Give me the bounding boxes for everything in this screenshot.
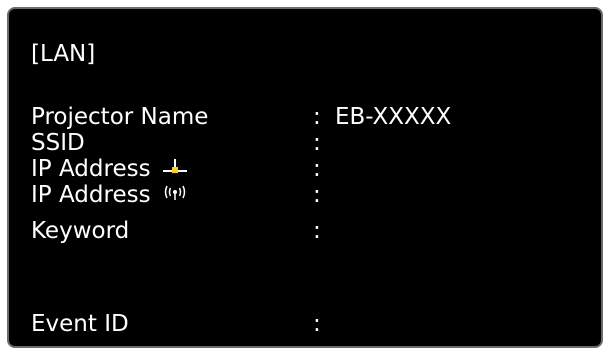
info-row-ssid: SSID : (31, 129, 321, 156)
row-colon: : (313, 155, 321, 182)
row-colon: : (313, 310, 321, 337)
wireless-lan-icon (161, 183, 189, 208)
info-row-keyword: Keyword : (31, 217, 321, 244)
row-label: Keyword (31, 217, 130, 244)
row-colon: : (313, 181, 321, 208)
row-label: IP Address (31, 181, 151, 208)
lan-info-screen: [LAN] Projector Name : EB-XXXXX SSID : I… (7, 7, 603, 348)
row-colon: : (313, 129, 321, 156)
row-label-group: IP Address (31, 157, 189, 182)
info-row-projector-name: Projector Name : EB-XXXXX (31, 103, 451, 130)
projector-name-value: EB-XXXXX (335, 103, 452, 130)
row-label: Projector Name (31, 103, 209, 130)
screen-title: [LAN] (31, 41, 96, 67)
row-label: Event ID (31, 310, 129, 337)
row-label-group: IP Address (31, 183, 189, 208)
row-label: SSID (31, 129, 85, 156)
info-row-event-id: Event ID : (31, 310, 321, 337)
row-colon: : (313, 217, 321, 244)
info-row-ip-address-wired: IP Address : (31, 156, 321, 182)
row-colon: : (313, 103, 321, 130)
row-label: IP Address (31, 155, 151, 182)
wired-lan-icon (161, 157, 189, 182)
info-row-ip-address-wireless: IP Address : (31, 182, 321, 208)
